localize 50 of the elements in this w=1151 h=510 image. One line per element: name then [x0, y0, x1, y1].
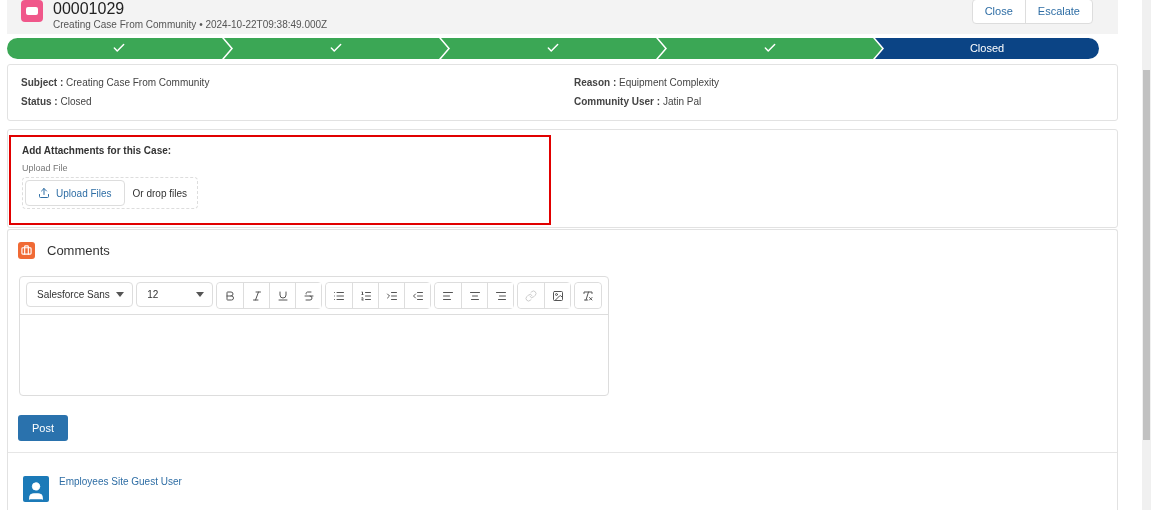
- strikethrough-button[interactable]: [295, 283, 321, 308]
- outdent-icon: [411, 289, 424, 302]
- indent-icon: [385, 289, 398, 302]
- case-subtitle: Creating Case From Community • 2024-10-22T09:38:49.000Z: [53, 19, 329, 30]
- upload-icon: [38, 187, 50, 199]
- size-select[interactable]: 12: [136, 282, 213, 307]
- outdent-button[interactable]: [404, 283, 430, 308]
- bulleted-list-icon: [333, 289, 345, 302]
- numbered-list-icon: [359, 289, 372, 302]
- detail-field: Status : Closed: [21, 94, 574, 110]
- case-number: 00001029: [53, 0, 126, 18]
- drop-zone[interactable]: Upload Files Or drop files: [22, 177, 199, 209]
- briefcase-icon: [18, 241, 35, 259]
- image-icon: [551, 289, 564, 302]
- align-right-button[interactable]: [487, 283, 513, 308]
- italic-icon: [250, 289, 263, 302]
- clear-format-icon: [582, 289, 594, 302]
- action-button[interactable]: Escalate: [1024, 0, 1092, 23]
- attachments-heading: Add Attachments for this Case:: [22, 145, 173, 156]
- path-step[interactable]: [7, 37, 231, 59]
- path-step[interactable]: Closed: [875, 37, 1099, 59]
- comment-editor[interactable]: Salesforce Sans 12: [19, 276, 609, 396]
- underline-icon: [276, 289, 289, 302]
- drop-text: Or drop files: [132, 187, 189, 199]
- case-icon: [21, 0, 43, 22]
- align-right-icon: [494, 289, 507, 302]
- path-step[interactable]: [658, 37, 882, 59]
- link-icon: [525, 289, 537, 302]
- post-button[interactable]: Post: [18, 415, 68, 441]
- align-left-icon: [442, 289, 454, 302]
- caret-icon: [116, 292, 125, 297]
- align-center-icon: [468, 289, 481, 302]
- upload-button[interactable]: Upload Files: [25, 180, 125, 206]
- bold-icon: [224, 289, 236, 302]
- comments-title: Comments: [47, 242, 110, 258]
- font-select[interactable]: Salesforce Sans: [26, 282, 134, 307]
- path-step[interactable]: [441, 37, 665, 59]
- caret-icon: [196, 292, 204, 297]
- user-avatar: [23, 476, 49, 502]
- scrollbar[interactable]: [1142, 0, 1151, 510]
- detail-field: Community User : Jatin Pal: [574, 94, 1104, 110]
- clear-format-button[interactable]: [575, 283, 601, 308]
- detail-field: Subject : Creating Case From Community: [21, 75, 574, 91]
- author-link[interactable]: Employees Site Guest User: [59, 476, 182, 502]
- action-button[interactable]: Close: [972, 0, 1025, 23]
- image-button[interactable]: [544, 283, 570, 308]
- upload-label: Upload File: [22, 163, 69, 173]
- path-step[interactable]: [224, 37, 448, 59]
- strikethrough-icon: [302, 289, 315, 302]
- detail-field: Reason : Equipment Complexity: [574, 75, 1104, 91]
